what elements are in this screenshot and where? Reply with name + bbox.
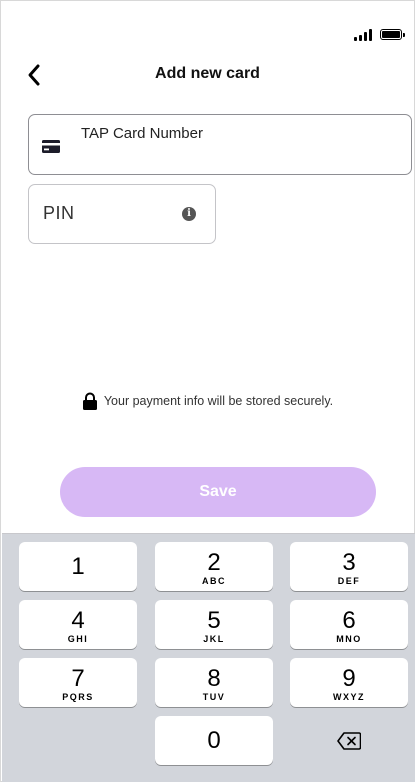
key-9[interactable]: 9 WXYZ bbox=[290, 658, 408, 707]
card-number-label: TAP Card Number bbox=[81, 125, 203, 142]
delete-key[interactable] bbox=[290, 716, 408, 765]
status-bar bbox=[1, 1, 414, 61]
key-6[interactable]: 6 MNO bbox=[290, 600, 408, 649]
key-digit: 4 bbox=[71, 607, 85, 634]
key-0[interactable]: 0 bbox=[155, 716, 273, 765]
key-digit: 7 bbox=[71, 665, 85, 692]
key-digit: 3 bbox=[342, 549, 356, 576]
key-digit: 2 bbox=[207, 549, 221, 576]
header: Add new card bbox=[1, 57, 414, 93]
key-letters: WXYZ bbox=[333, 692, 365, 702]
page-title: Add new card bbox=[155, 65, 260, 82]
key-letters: GHI bbox=[67, 634, 89, 644]
key-8[interactable]: 8 TUV bbox=[155, 658, 273, 707]
key-letters: PQRS bbox=[62, 692, 94, 702]
pin-field[interactable]: PIN i bbox=[28, 184, 216, 244]
key-3[interactable]: 3 DEF bbox=[290, 542, 408, 591]
key-digit: 1 bbox=[71, 553, 85, 580]
save-button[interactable]: Save bbox=[60, 467, 376, 517]
key-5[interactable]: 5 JKL bbox=[155, 600, 273, 649]
key-digit: 5 bbox=[207, 607, 221, 634]
card-number-field[interactable]: TAP Card Number bbox=[28, 114, 412, 175]
secure-note-text: Your payment info will be stored securel… bbox=[103, 394, 334, 408]
secure-note: Your payment info will be stored securel… bbox=[1, 392, 414, 410]
battery-icon bbox=[380, 29, 405, 40]
add-card-screen: Add new card TAP Card Number PIN i Your … bbox=[0, 0, 415, 782]
signal-icon bbox=[354, 29, 372, 41]
pin-label: PIN bbox=[43, 203, 75, 223]
numeric-keypad: 1 2 ABC 3 DEF 4 GHI 5 JKL 6 MNO 7 PQRS 8… bbox=[2, 533, 415, 782]
key-letters: MNO bbox=[336, 634, 362, 644]
backspace-icon bbox=[337, 732, 361, 750]
key-digit: 8 bbox=[207, 665, 221, 692]
credit-card-icon bbox=[42, 140, 60, 153]
key-1[interactable]: 1 bbox=[19, 542, 137, 591]
key-4[interactable]: 4 GHI bbox=[19, 600, 137, 649]
key-digit: 0 bbox=[207, 727, 221, 754]
info-icon[interactable]: i bbox=[182, 207, 196, 221]
key-letters: ABC bbox=[202, 576, 226, 586]
key-7[interactable]: 7 PQRS bbox=[19, 658, 137, 707]
key-2[interactable]: 2 ABC bbox=[155, 542, 273, 591]
key-digit: 6 bbox=[342, 607, 356, 634]
key-letters: TUV bbox=[202, 692, 226, 702]
key-letters: JKL bbox=[203, 634, 225, 644]
lock-icon bbox=[82, 392, 97, 410]
key-letters: DEF bbox=[337, 576, 361, 586]
key-digit: 9 bbox=[342, 665, 356, 692]
